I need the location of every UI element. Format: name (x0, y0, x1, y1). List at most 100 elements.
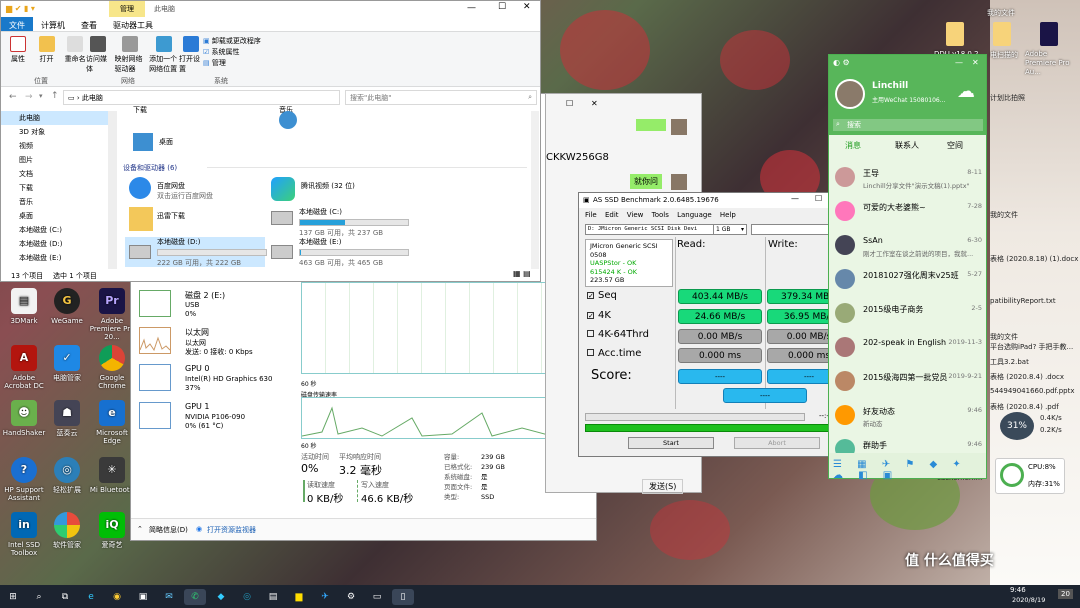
tree-item-drive-c[interactable]: 本地磁盘 (C:) (1, 223, 108, 237)
item-tencent-video[interactable]: 腾讯视频 (32 位) (301, 181, 355, 191)
desktop-icon-intel-ssd[interactable]: in Intel SSD Toolbox (0, 512, 48, 557)
minimize-button[interactable]: — (467, 3, 476, 13)
send-button[interactable]: 发送(S) (642, 479, 684, 494)
tree-item-3d[interactable]: 3D 对象 (1, 125, 108, 139)
abort-button[interactable]: Abort (734, 437, 820, 449)
cpu-mem-widget[interactable]: CPU:8% 内存:31% (995, 458, 1065, 494)
desktop-icon-hp-support[interactable]: ? HP Support Assistant (0, 457, 48, 502)
maximize-button[interactable]: ☐ (498, 2, 506, 12)
open-settings-button[interactable]: 打开设置 (179, 36, 203, 74)
item-xunlei[interactable]: 迅雷下载 (157, 211, 185, 221)
desktop-file-label[interactable]: 我的文件 (990, 332, 1018, 342)
close-button[interactable]: ✕ (523, 2, 531, 12)
size-select[interactable]: 1 GB ▾ (713, 224, 747, 235)
desktop-icon-iqiyi[interactable]: iQ 爱奇艺 (88, 512, 136, 549)
list-item[interactable]: 2015级电子商务 2-5 (829, 298, 988, 332)
rename-button[interactable]: 重命名 (63, 36, 87, 64)
clock-time[interactable]: 9:46 (1010, 586, 1026, 594)
desktop-icon-easyextend[interactable]: ◎ 轻松扩展 (43, 457, 91, 494)
minimize-button[interactable]: — (791, 194, 799, 203)
folder-icon[interactable]: ▆ (288, 589, 310, 605)
row-seq-label[interactable]: ✓ Seq (587, 290, 617, 301)
tree-item-desktop[interactable]: 桌面 (1, 209, 108, 223)
tree-item-music[interactable]: 音乐 (1, 195, 108, 209)
perf-item-gpu1[interactable]: GPU 1 NVIDIA P106-090 0% (61 °C) (137, 400, 287, 432)
item-downloads[interactable]: 下载 (133, 105, 147, 115)
view-toggle-icons[interactable]: ▦ ▤ (513, 269, 531, 278)
desktop-icon-3dmark[interactable]: ▤ 3DMark (0, 288, 48, 325)
item-desktop[interactable]: 桌面 (159, 137, 173, 147)
tree-item-documents[interactable]: 文档 (1, 167, 108, 181)
add-network-location-button[interactable]: 添加一个网络位置 (149, 36, 179, 74)
desktop-icon-softmgr[interactable]: 软件管家 (43, 512, 91, 549)
menu-help[interactable]: Help (720, 211, 736, 219)
tab-space[interactable]: 空间 (947, 140, 963, 151)
item-drive-e[interactable]: 本地磁盘 (E:) 463 GB 可用，共 465 GB (299, 237, 409, 268)
tree-item-this-pc[interactable]: 此电脑 (1, 111, 108, 125)
desktop-icon-pcmanager[interactable]: ✓ 电脑管家 (43, 345, 91, 382)
desktop-icon-edge[interactable]: e Microsoft Edge (88, 400, 136, 445)
file-icon[interactable]: ▤ (262, 589, 284, 605)
desktop-icon-lanzou[interactable]: ☗ 蓝奏云 (43, 400, 91, 437)
item-drive-c[interactable]: 本地磁盘 (C:) 137 GB 可用，共 237 GB (299, 207, 409, 238)
desktop-icon-premiere[interactable]: Pr Adobe Premiere Pro 20... (88, 288, 136, 341)
chrome-taskbar-icon[interactable]: ◉ (106, 589, 128, 605)
tree-item-drive-e[interactable]: 本地磁盘 (E:) (1, 251, 108, 265)
desktop-icon-mi-bluetooth[interactable]: ✳ Mi Bluetooth (88, 457, 136, 494)
drive-select[interactable]: D: JMicron Generic SCSI Disk Devi▾ (585, 224, 727, 235)
minimize-button[interactable]: — (955, 58, 963, 67)
desktop-folder-label[interactable]: 我的文件 (987, 8, 1015, 18)
back-icon[interactable]: ← (9, 92, 17, 102)
list-item[interactable]: 2015级海四第一批党员 2019-9-21 (829, 366, 988, 400)
desktop-file-label[interactable]: 工具3.2.bat (990, 357, 1029, 367)
open-button[interactable]: 打开 (35, 36, 59, 64)
network-app-icon[interactable]: ◎ (236, 589, 258, 605)
weather-icon[interactable]: ☁ (957, 81, 975, 102)
tree-item-videos[interactable]: 视频 (1, 139, 108, 153)
manage-link[interactable]: ▤ 管理 (203, 58, 261, 69)
search-icon[interactable]: ⌕ (28, 589, 50, 605)
row-acctime-label[interactable]: Acc.time (587, 348, 641, 359)
desktop-icon-wegame[interactable]: G WeGame (43, 288, 91, 325)
notification-badge[interactable]: 20 (1058, 589, 1073, 599)
nav-scrollbar[interactable] (109, 111, 117, 269)
tab-messages[interactable]: 消息 (845, 140, 861, 151)
manage-context-tab[interactable]: 管理 (109, 1, 145, 17)
desktop-file-label[interactable]: 计划比拍照 (990, 93, 1025, 103)
user-signature[interactable]: 主用WeChat 15080106... (872, 95, 945, 104)
row-4k-label[interactable]: ✓ 4K (587, 310, 611, 321)
menu-view[interactable]: View (627, 211, 644, 219)
clock-date[interactable]: 2020/8/19 (1012, 596, 1045, 604)
drive-icon[interactable]: ▭ (366, 589, 388, 605)
menu-edit[interactable]: Edit (605, 211, 619, 219)
maximize-button[interactable]: ☐ (566, 99, 573, 108)
tree-item-downloads[interactable]: 下载 (1, 181, 108, 195)
desktop-file-label[interactable]: 表格 (2020.8.4) .docx (990, 372, 1064, 382)
net-speed-ball[interactable]: 31% (1000, 412, 1034, 440)
close-icon[interactable]: ✕ (591, 99, 598, 108)
qq-app-toolbar[interactable]: ☰ ▦ ✈ ⚑ ◆ ✦ ☁ ◧ ▣ (829, 453, 986, 481)
desktop-file-label[interactable]: 我的文件 (990, 210, 1018, 220)
list-item[interactable]: 可爱的大老婆熊~ 7-28 (829, 196, 988, 230)
search-input[interactable]: 搜索"此电脑" ⌕ (345, 90, 537, 105)
system-properties-link[interactable]: ☑ 系统属性 (203, 47, 261, 58)
menu-tools[interactable]: Tools (652, 211, 669, 219)
item-drive-d[interactable]: 本地磁盘 (D:) 222 GB 可用，共 222 GB (157, 237, 267, 268)
desktop-file-label[interactable]: 表格 (2020.8.4) .pdf (990, 402, 1059, 412)
uninstall-program-link[interactable]: ▣ 卸载或更改程序 (203, 36, 261, 47)
bird-icon[interactable]: ✈ (314, 589, 336, 605)
desktop-file-label[interactable]: patibilityReport.txt (990, 297, 1056, 305)
edge-taskbar-icon[interactable]: e (80, 589, 102, 605)
properties-button[interactable]: 属性 (6, 36, 30, 64)
content-scrollbar[interactable] (531, 111, 539, 269)
list-item[interactable]: SsAn 刚才工作室在谈之前说的项目，我就... 6-30 (829, 230, 988, 264)
tree-item-pictures[interactable]: 图片 (1, 153, 108, 167)
summary-button[interactable]: 简略信息(D) (149, 525, 188, 535)
close-button[interactable]: ✕ (972, 58, 979, 67)
list-item[interactable]: 好友动态 新动态 9:46 (829, 400, 988, 434)
devices-section-header[interactable]: 设备和驱动器 (6) (123, 163, 177, 173)
gear-icon[interactable]: ⚙ (340, 589, 362, 605)
row-4k64-label[interactable]: 4K-64Thrd (587, 329, 649, 340)
tree-item-drive-d[interactable]: 本地磁盘 (D:) (1, 237, 108, 251)
desktop-file-label[interactable]: 平台选购iPad? 手把手教... (990, 342, 1073, 352)
